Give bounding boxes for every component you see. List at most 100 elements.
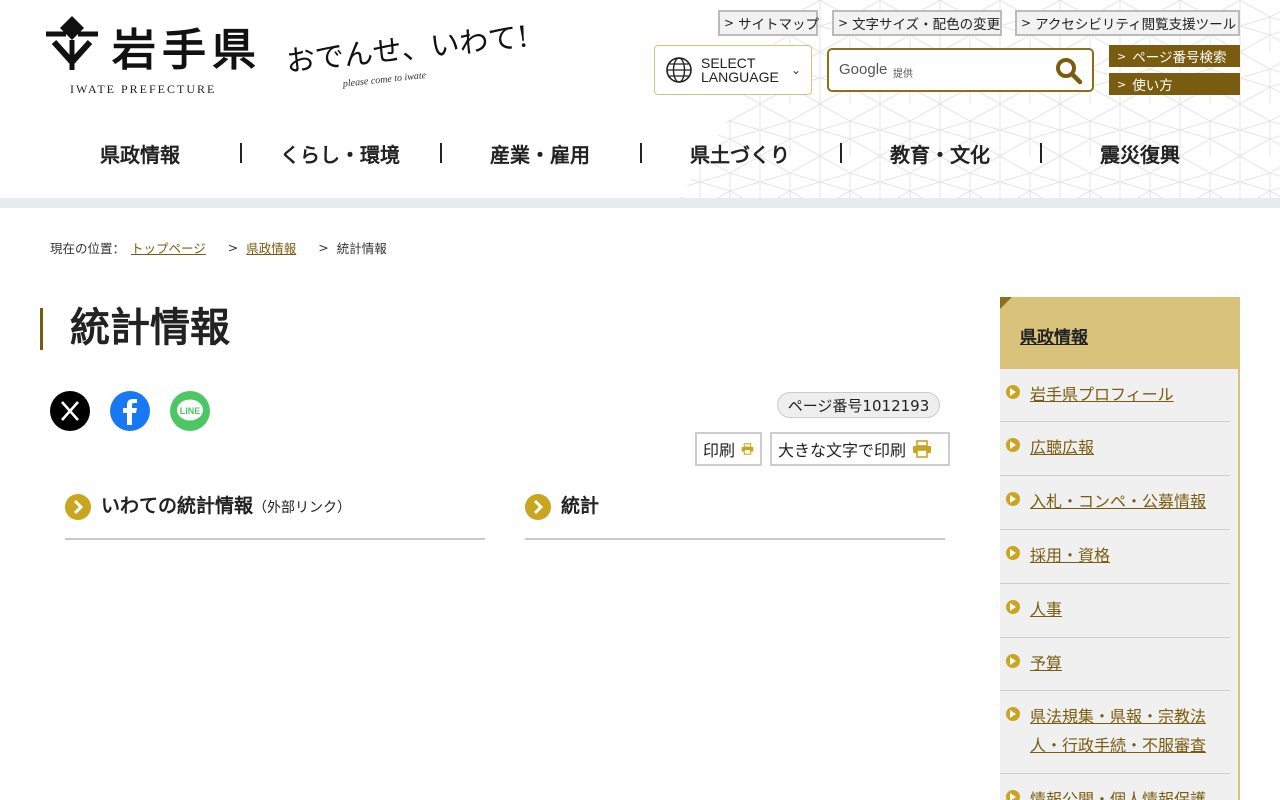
bullet-arrow-icon <box>1006 438 1020 452</box>
side-menu-body: 岩手県プロフィール 広聴広報 入札・コンペ・公募情報 採用・資格 人事 予算 県… <box>1000 369 1240 800</box>
chevron-right-icon: > <box>724 16 735 30</box>
globe-icon <box>666 57 692 83</box>
breadcrumb-separator: > <box>318 240 329 255</box>
language-label: SELECT LANGUAGE <box>701 56 791 84</box>
link-label: いわての統計情報（外部リンク） <box>101 492 351 522</box>
nav-item-kurashi[interactable]: くらし・環境 <box>240 133 440 173</box>
util-link-label: 文字サイズ・配色の変更 <box>852 17 1001 33</box>
print-large-label: 大きな文字で印刷 <box>778 441 907 460</box>
side-item-label: 予算 <box>1030 654 1063 673</box>
page-number-badge: ページ番号1012193 <box>777 392 940 418</box>
page-number-search-button[interactable]: > ページ番号検索 <box>1109 45 1240 67</box>
side-item-kocho[interactable]: 広聴広報 <box>1000 422 1230 476</box>
chevron-right-icon: > <box>1021 16 1032 30</box>
search-icon[interactable] <box>1054 56 1084 86</box>
side-item-label: 入札・コンペ・公募情報 <box>1030 492 1207 511</box>
page-number-search-label: ページ番号検索 <box>1132 50 1227 66</box>
bullet-arrow-icon <box>1006 546 1020 560</box>
x-icon <box>61 401 79 421</box>
language-select[interactable]: SELECT LANGUAGE ⌄ <box>654 45 812 95</box>
header-divider <box>0 198 1280 208</box>
side-item-label: 広聴広報 <box>1030 438 1095 457</box>
link-label-text: 統計 <box>561 495 600 517</box>
breadcrumb-label: 現在の位置： <box>50 241 126 256</box>
site-search[interactable]: Google 提供 <box>827 48 1094 92</box>
print-large-button[interactable]: 大きな文字で印刷 <box>770 432 950 466</box>
bullet-arrow-icon <box>1006 600 1020 614</box>
side-item-label: 人事 <box>1030 600 1063 619</box>
side-item-label: 県法規集・県報・宗教法人・行政手続・不服審査 <box>1030 707 1207 755</box>
language-label-line2: LANGUAGE <box>701 69 779 85</box>
nav-item-sangyo[interactable]: 産業・雇用 <box>440 133 640 173</box>
breadcrumb-link-top[interactable]: トップページ <box>131 238 206 257</box>
catchphrase: おでんせ、いわて! please come to iwate <box>283 2 530 105</box>
x-share-button[interactable] <box>50 391 90 431</box>
site-header: 岩手県 IWATE PREFECTURE おでんせ、いわて! please co… <box>0 0 1280 198</box>
printer-icon <box>741 443 754 455</box>
side-menu: 県政情報 岩手県プロフィール 広聴広報 入札・コンペ・公募情報 採用・資格 人事… <box>1000 297 1240 800</box>
link-iwate-statistics[interactable]: いわての統計情報（外部リンク） <box>65 492 485 540</box>
catchphrase-main: おでんせ、いわて! <box>284 19 531 79</box>
chevron-right-icon: > <box>1117 49 1127 63</box>
chevron-right-icon: > <box>1117 77 1127 91</box>
corner-decoration <box>1000 297 1012 309</box>
chevron-right-icon: > <box>838 16 849 30</box>
facebook-share-button[interactable] <box>110 391 150 431</box>
bullet-arrow-icon <box>1006 492 1020 506</box>
link-statistics[interactable]: 統計 <box>525 492 945 540</box>
howto-button[interactable]: > 使い方 <box>1109 73 1240 95</box>
breadcrumb-separator: > <box>227 240 239 255</box>
side-item-profile[interactable]: 岩手県プロフィール <box>1000 369 1230 422</box>
chevron-right-circle-icon <box>65 494 91 520</box>
bullet-arrow-icon <box>1006 707 1020 721</box>
nav-item-kendo[interactable]: 県土づくり <box>640 133 840 173</box>
bullet-arrow-icon <box>1006 385 1020 399</box>
print-button[interactable]: 印刷 <box>695 432 762 466</box>
side-item-hoki[interactable]: 県法規集・県報・宗教法人・行政手続・不服審査 <box>1000 691 1230 774</box>
breadcrumb-link-kensei[interactable]: 県政情報 <box>246 238 296 257</box>
text-size-color-link[interactable]: > 文字サイズ・配色の変更 <box>832 10 1002 36</box>
language-label-line1: SELECT <box>701 55 756 71</box>
line-share-button[interactable]: LINE <box>170 391 210 431</box>
page-title: 統計情報 <box>40 308 230 350</box>
chevron-down-icon: ⌄ <box>791 63 802 77</box>
breadcrumb: 現在の位置： トップページ > 県政情報 > 統計情報 <box>50 238 387 257</box>
global-nav: 県政情報 くらし・環境 産業・雇用 県土づくり 教育・文化 震災復興 <box>40 133 1240 173</box>
accessibility-tool-link[interactable]: > アクセシビリティ閲覧支援ツール <box>1015 10 1240 36</box>
nav-item-kensei[interactable]: 県政情報 <box>40 133 240 173</box>
search-google-label: Google <box>839 61 888 78</box>
facebook-icon <box>123 399 137 425</box>
side-item-yosan[interactable]: 予算 <box>1000 638 1230 691</box>
side-menu-header: 県政情報 <box>1000 297 1240 369</box>
breadcrumb-current: 統計情報 <box>336 241 387 256</box>
print-label: 印刷 <box>703 441 736 460</box>
howto-label: 使い方 <box>1132 78 1173 94</box>
side-item-nyusatsu[interactable]: 入札・コンペ・公募情報 <box>1000 476 1230 530</box>
logo-name: 岩手県 <box>112 25 262 76</box>
side-item-label: 岩手県プロフィール <box>1030 385 1174 404</box>
logo-english: IWATE PREFECTURE <box>70 82 217 96</box>
prefecture-emblem-icon <box>46 16 98 70</box>
side-item-johokokai[interactable]: 情報公開・個人情報保護 <box>1000 774 1230 800</box>
util-link-label: アクセシビリティ閲覧支援ツール <box>1035 17 1237 33</box>
side-item-label: 情報公開・個人情報保護 <box>1030 790 1207 800</box>
line-icon-text: LINE <box>180 406 201 416</box>
bullet-arrow-icon <box>1006 790 1020 800</box>
side-menu-title[interactable]: 県政情報 <box>1020 323 1088 348</box>
link-label: 統計 <box>561 492 599 520</box>
external-link-note: （外部リンク） <box>253 500 352 516</box>
search-provided-label: 提供 <box>893 69 913 80</box>
side-item-label: 採用・資格 <box>1030 546 1111 565</box>
sitemap-link[interactable]: > サイトマップ <box>718 10 820 36</box>
printer-icon <box>913 440 932 458</box>
side-item-jinji[interactable]: 人事 <box>1000 584 1230 638</box>
bullet-arrow-icon <box>1006 654 1020 668</box>
link-label-text: いわての統計情報 <box>101 495 254 517</box>
side-item-saiyo[interactable]: 採用・資格 <box>1000 530 1230 584</box>
line-icon: LINE <box>177 399 203 421</box>
nav-item-kyoiku[interactable]: 教育・文化 <box>840 133 1040 173</box>
util-link-label: サイトマップ <box>738 17 820 33</box>
site-logo[interactable]: 岩手県 IWATE PREFECTURE <box>40 10 280 102</box>
chevron-right-circle-icon <box>525 494 551 520</box>
nav-item-shinsai[interactable]: 震災復興 <box>1040 133 1240 173</box>
